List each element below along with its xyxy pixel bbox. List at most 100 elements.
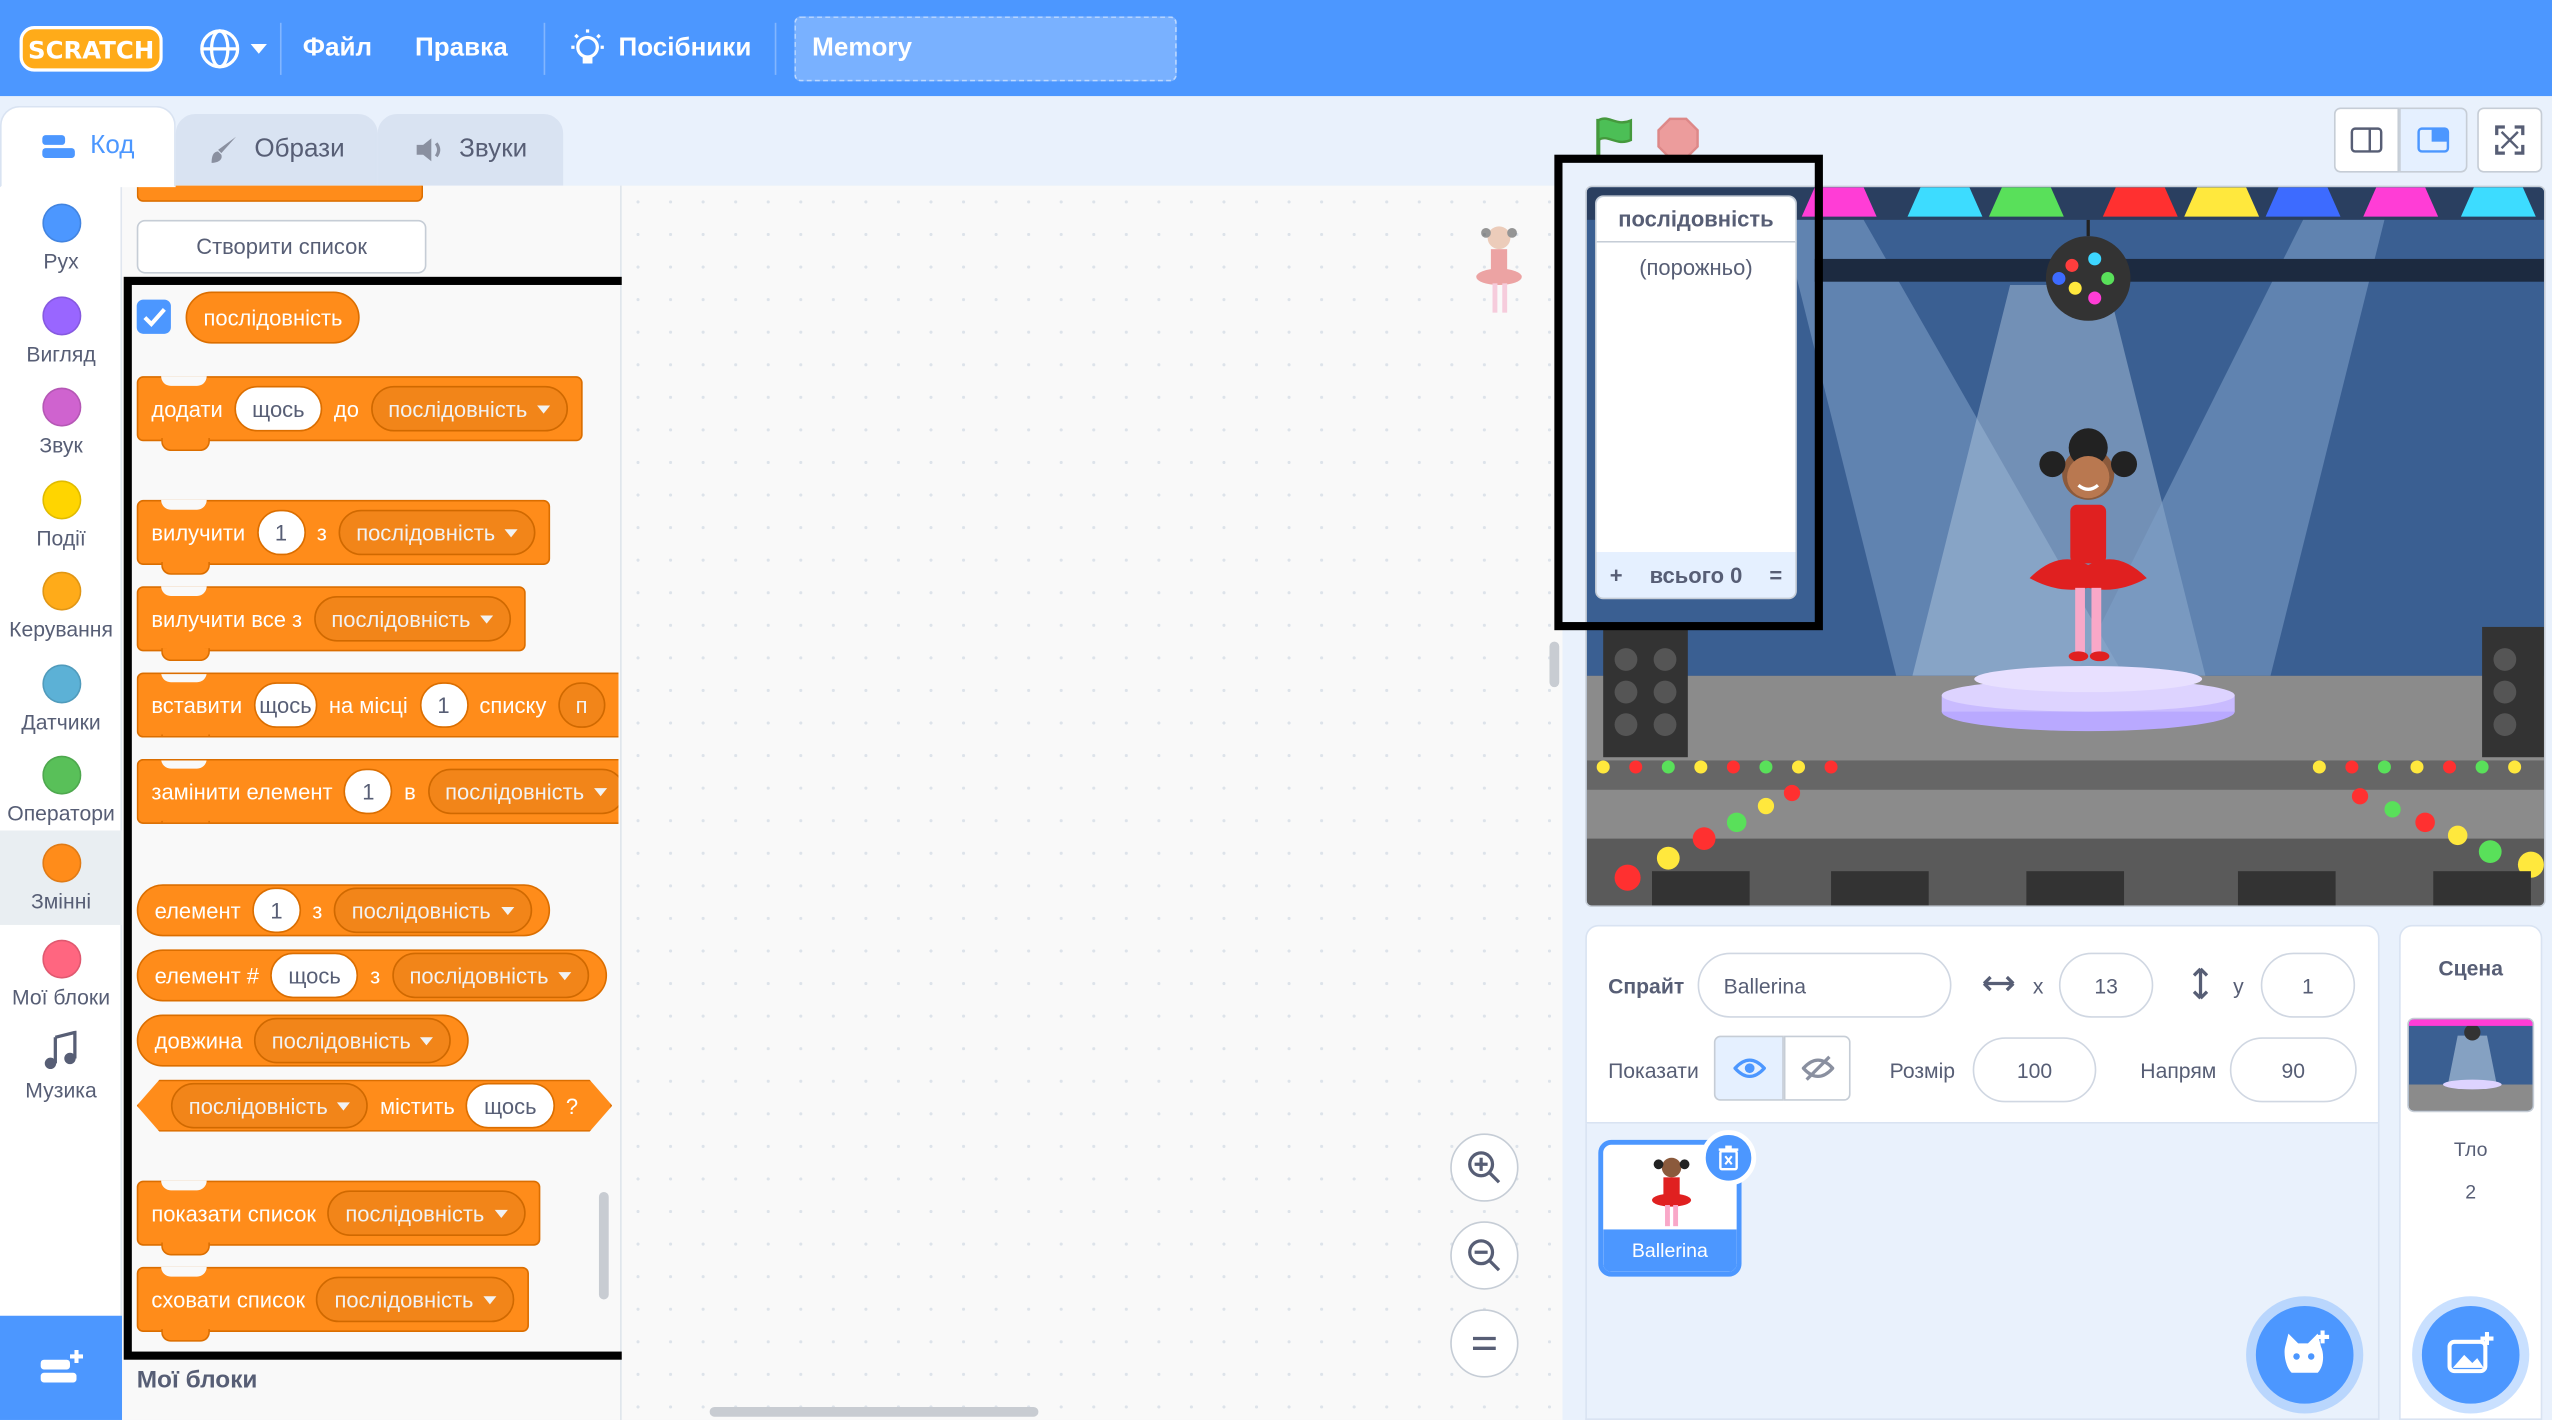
category-control[interactable]: Керування (0, 562, 122, 653)
sensing-dot-icon (41, 664, 81, 704)
size-field[interactable]: 100 (1972, 1037, 2097, 1103)
hide-sprite-button[interactable] (1783, 1035, 1851, 1101)
image-add-icon (2447, 1332, 2494, 1374)
trash-icon (1718, 1145, 1739, 1171)
size-label: Розмір (1889, 1058, 1956, 1083)
large-stage-icon (2417, 127, 2450, 153)
zoom-out-button[interactable] (1450, 1221, 1519, 1290)
script-horizontal-scrollbar[interactable] (709, 1406, 1039, 1417)
x-label: x (2032, 973, 2044, 999)
motion-dot-icon (41, 203, 81, 243)
control-dot-icon (41, 571, 81, 611)
my-blocks-heading: Мої блоки (136, 1366, 258, 1394)
category-label: Події (36, 525, 86, 551)
category-menu: Рух Вигляд Звук Події Керування Датчики … (0, 185, 123, 1326)
scratch-logo[interactable]: SCRATCH (19, 24, 163, 73)
category-looks[interactable]: Вигляд (0, 287, 122, 378)
tab-sounds-label: Звуки (459, 135, 528, 163)
svg-text:SCRATCH: SCRATCH (28, 36, 154, 65)
x-arrows-icon (1982, 975, 2015, 992)
backdrop-thumbnail (2407, 1017, 2535, 1113)
category-label: Музика (25, 1078, 97, 1103)
add-extension-icon (39, 1349, 83, 1383)
small-stage-icon (2350, 127, 2383, 153)
looks-dot-icon (41, 296, 81, 336)
direction-field[interactable]: 90 (2229, 1037, 2357, 1103)
stage-pane-title: Сцена (2438, 955, 2503, 981)
category-label: Рух (43, 249, 79, 274)
highlight-box (1554, 154, 1823, 631)
category-events[interactable]: Події (0, 471, 122, 562)
menu-bar: SCRATCH Файл Правка Посібники Memory (0, 0, 2552, 97)
category-my-blocks[interactable]: Мої блоки (0, 930, 122, 1021)
category-motion[interactable]: Рух (0, 194, 122, 285)
y-arrows-icon (2192, 967, 2209, 1000)
create-list-button[interactable]: Створити список (136, 219, 427, 274)
choose-sprite-button[interactable] (2255, 1305, 2354, 1404)
eye-slash-icon (1800, 1055, 1834, 1081)
add-extension-button[interactable] (0, 1315, 123, 1420)
category-variables[interactable]: Змінні (0, 830, 123, 925)
file-menu[interactable]: Файл (303, 0, 372, 96)
category-label: Оператори (7, 801, 115, 826)
operators-dot-icon (41, 755, 81, 795)
category-label: Звук (39, 433, 83, 458)
sprite-name-field[interactable]: Ballerina (1697, 952, 1952, 1018)
tab-sounds[interactable]: Звуки (377, 113, 564, 186)
my-blocks-dot-icon (41, 939, 81, 979)
show-sprite-button[interactable] (1713, 1035, 1784, 1101)
variable-block-partial[interactable] (136, 185, 424, 202)
category-music[interactable]: Музика (0, 1023, 122, 1114)
zoom-out-icon (1468, 1239, 1501, 1272)
script-vertical-scrollbar[interactable] (1549, 641, 1560, 688)
sound-dot-icon (41, 387, 81, 427)
tab-costumes[interactable]: Образи (175, 113, 378, 186)
paintbrush-icon (211, 136, 237, 163)
sprite-info-panel: Спрайт Ballerina x 13 y 1 Показати Розмі… (1585, 924, 2380, 1124)
sprite-label: Спрайт (1608, 973, 1685, 999)
small-stage-button[interactable] (2333, 107, 2400, 173)
equals-icon (1472, 1336, 1496, 1350)
tab-code-label: Код (90, 131, 135, 160)
category-sensing[interactable]: Датчики (0, 655, 122, 746)
category-label: Мої блоки (12, 985, 111, 1010)
category-label: Змінні (30, 889, 92, 914)
project-title-input[interactable]: Memory (794, 16, 1177, 82)
tutorials-button[interactable]: Посібники (570, 0, 752, 96)
backdrops-count: 2 (2465, 1180, 2477, 1204)
category-label: Датчики (21, 709, 101, 735)
stage-platform (1941, 666, 2235, 732)
chevron-down-icon (250, 43, 267, 53)
green-flag-icon (1596, 117, 1633, 157)
zoom-reset-button[interactable] (1450, 1309, 1519, 1378)
tab-code[interactable]: Код (0, 105, 176, 188)
zoom-in-button[interactable] (1450, 1133, 1519, 1202)
backdrops-label: Тло (2453, 1138, 2488, 1162)
delete-sprite-button[interactable] (1700, 1130, 1757, 1186)
category-label: Керування (9, 617, 113, 642)
language-menu[interactable] (199, 0, 267, 96)
code-blocks-icon (42, 135, 76, 158)
choose-backdrop-button[interactable] (2421, 1305, 2520, 1404)
variables-dot-icon (41, 843, 81, 883)
sprite-ghost-thumbnail (1468, 221, 1530, 322)
music-note-icon (43, 1030, 76, 1070)
edit-menu[interactable]: Правка (415, 0, 508, 96)
fullscreen-button[interactable] (2477, 107, 2543, 173)
category-label: Вигляд (26, 341, 96, 367)
fullscreen-icon (2495, 125, 2525, 155)
large-stage-button[interactable] (2399, 107, 2468, 173)
sprite-tile-name: Ballerina (1603, 1229, 1737, 1272)
x-field[interactable]: 13 (2058, 952, 2154, 1018)
highlight-box (123, 276, 663, 1360)
y-label: y (2233, 973, 2244, 999)
category-sound[interactable]: Звук (0, 378, 122, 469)
events-dot-icon (41, 480, 81, 520)
category-operators[interactable]: Оператори (0, 746, 122, 837)
tutorials-label: Посібники (618, 33, 752, 62)
y-field[interactable]: 1 (2260, 952, 2356, 1018)
lightbulb-icon (571, 28, 604, 63)
script-area[interactable] (621, 185, 1563, 1420)
tab-costumes-label: Образи (254, 135, 345, 163)
speaker-icon (416, 138, 441, 162)
